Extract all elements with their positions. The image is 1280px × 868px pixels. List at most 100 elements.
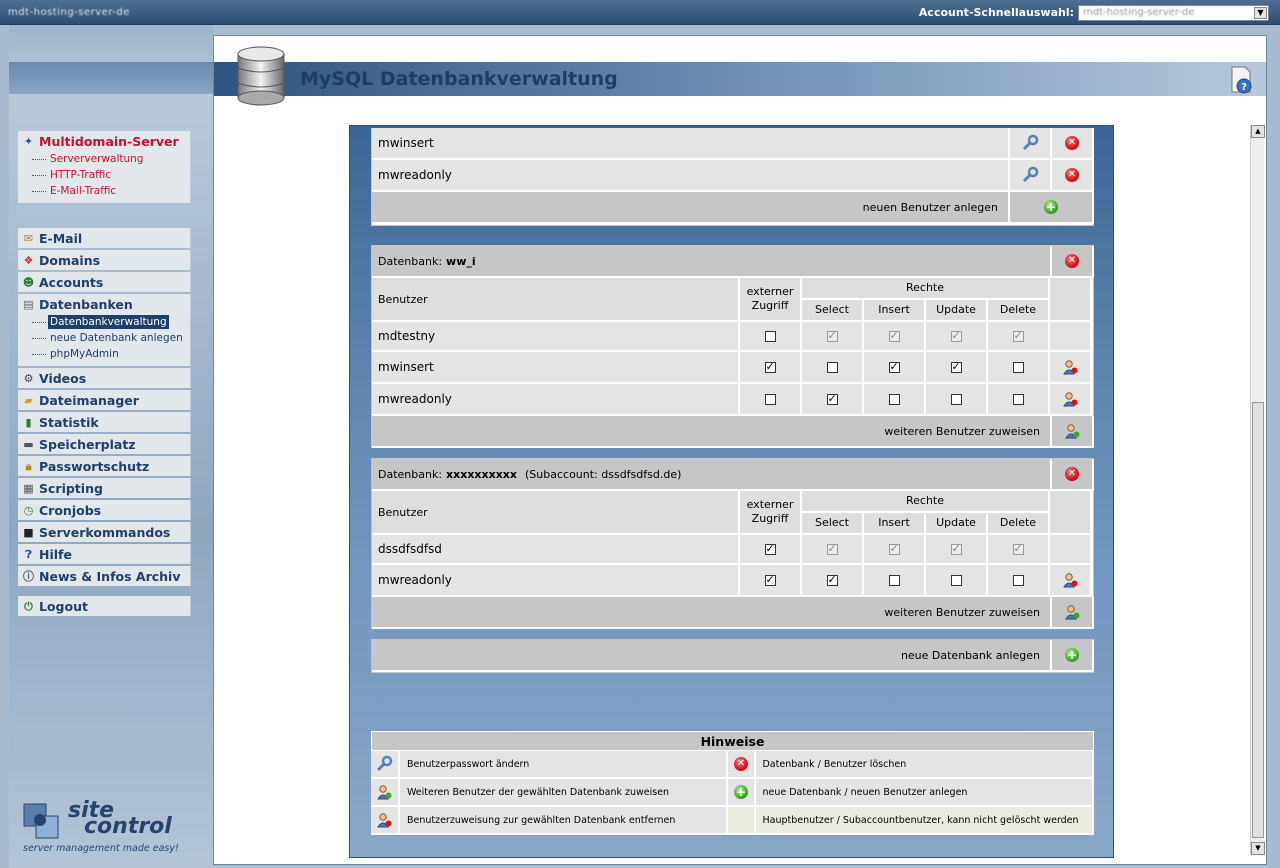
assign-user-icon <box>1065 605 1080 620</box>
sidebar-item-multidomain-server[interactable]: ✦ Multidomain-Server <box>18 131 190 151</box>
column-header-row: Benutzer externer Zugriff Rechte Select Inse… <box>372 278 1092 322</box>
sidebar-section-statistik: ▮ Statistik <box>18 412 191 432</box>
site-control-logo: site control server management made easy… <box>20 798 205 858</box>
change-password-button[interactable] <box>1010 128 1052 160</box>
sidebar-item-serverkommandos[interactable]: ■ Serverkommandos <box>18 522 190 542</box>
external-access-cell <box>740 384 802 416</box>
delete-user-button[interactable]: ✕ <box>1052 160 1094 192</box>
permission-checkbox[interactable] <box>826 361 838 373</box>
sidebar-item-speicherplatz[interactable]: ▬ Speicherplatz <box>18 434 190 454</box>
database-prefix: Datenbank: <box>378 467 443 481</box>
sidebar-item-label: Accounts <box>39 274 104 290</box>
delete-database-button[interactable]: ✕ <box>1052 246 1094 278</box>
sidebar-item-accounts[interactable]: ☻ Accounts <box>18 272 190 292</box>
sidebar-subitem-datenbankverwaltung[interactable]: Datenbankverwaltung <box>32 314 190 330</box>
sidebar-item-videos[interactable]: ⚙ Videos <box>18 368 190 388</box>
sidebar-item-label: Speicherplatz <box>39 436 136 452</box>
column-header-label: Benutzer <box>378 505 428 519</box>
table-row: mwinsert ✕ <box>372 128 1094 160</box>
sidebar-item-passwortschutz[interactable]: 🔒︎ Passwortschutz <box>18 456 190 476</box>
scrollbar-thumb[interactable] <box>1252 402 1264 838</box>
permission-checkbox[interactable] <box>826 573 838 586</box>
sidebar-subitem-phpmyadmin[interactable]: phpMyAdmin <box>32 346 190 362</box>
account-quick-select[interactable]: mdt-hosting-server-de ▼ <box>1078 5 1269 21</box>
table-row: mdtestny <box>372 322 1092 352</box>
permission-cell <box>802 384 864 416</box>
sidebar-band <box>9 62 213 94</box>
column-header-actions <box>1050 278 1092 322</box>
permission-checkbox[interactable] <box>1012 393 1024 405</box>
permission-checkbox[interactable] <box>1012 361 1024 373</box>
sidebar-item-hilfe[interactable]: ❓︎ Hilfe <box>18 544 190 564</box>
permission-checkbox[interactable] <box>826 392 838 405</box>
sidebar-item-cronjobs[interactable]: ◷ Cronjobs <box>18 500 190 520</box>
remove-user-button[interactable] <box>1050 384 1092 416</box>
new-user-button[interactable]: + <box>1010 192 1094 224</box>
help-document-icon[interactable]: ? <box>1230 66 1252 94</box>
permission-checkbox[interactable] <box>1012 574 1024 586</box>
permission-cell <box>926 352 988 384</box>
delete-user-button[interactable]: ✕ <box>1052 128 1094 160</box>
permission-checkbox[interactable] <box>764 393 776 405</box>
sidebar-item-email[interactable]: ✉ E-Mail <box>18 228 190 248</box>
sidebar-item-domains[interactable]: ❖ Domains <box>18 250 190 270</box>
assign-user-button[interactable] <box>1052 597 1094 629</box>
permission-cell <box>926 535 988 565</box>
sidebar-subitem-http-traffic[interactable]: HTTP-Traffic <box>32 167 190 183</box>
permission-checkbox[interactable] <box>950 360 962 373</box>
remove-user-button[interactable] <box>1050 352 1092 384</box>
permission-checkbox[interactable] <box>764 542 776 555</box>
scrollbar[interactable]: ▲ ▼ <box>1250 125 1265 855</box>
sidebar-item-news[interactable]: ⓘ News & Infos Archiv <box>18 566 190 586</box>
permission-checkbox[interactable] <box>764 330 776 342</box>
column-header-label: Insert <box>878 516 910 529</box>
change-password-button[interactable] <box>1010 160 1052 192</box>
database-name: xxxxxxxxxx <box>446 467 517 481</box>
permission-checkbox[interactable] <box>764 360 776 373</box>
scroll-up-button[interactable]: ▲ <box>1251 125 1265 138</box>
database-header-row: Datenbank: ww_i ✕ <box>372 246 1094 278</box>
delete-icon: ✕ <box>1065 467 1079 481</box>
main-panel: MySQL Datenbankverwaltung ? mwinsert ✕ m… <box>213 35 1267 865</box>
disk-icon: ▬ <box>23 437 34 451</box>
sidebar-section-server: ✦ Multidomain-Server Serververwaltung HT… <box>18 131 191 203</box>
sidebar-section-logout: ⏻ Logout <box>18 596 191 616</box>
hint-row: Weiteren Benutzer der gewählten Datenban… <box>371 779 1095 807</box>
assign-user-icon <box>1065 424 1080 439</box>
sidebar-item-logout[interactable]: ⏻ Logout <box>18 596 190 616</box>
sidebar-item-label: Domains <box>39 252 101 268</box>
help-icon: ❓︎ <box>25 547 32 561</box>
database-name: ww_i <box>446 254 476 268</box>
delete-database-button[interactable]: ✕ <box>1052 459 1094 491</box>
assign-user-text: weiteren Benutzer zuweisen <box>884 605 1040 619</box>
sidebar-menu: ✦ Multidomain-Server Serververwaltung HT… <box>18 131 191 618</box>
column-header-rights: Rechte <box>802 278 1050 300</box>
scroll-down-button[interactable]: ▼ <box>1251 842 1265 855</box>
permission-checkbox[interactable] <box>950 574 962 586</box>
sidebar-item-statistik[interactable]: ▮ Statistik <box>18 412 190 432</box>
permission-cell <box>802 535 864 565</box>
new-database-button[interactable]: + <box>1052 640 1094 672</box>
permission-checkbox[interactable] <box>764 573 776 586</box>
assign-user-button[interactable] <box>1052 416 1094 448</box>
table-row: mwreadonly <box>372 565 1092 597</box>
column-header-label: Rechte <box>905 494 945 507</box>
sidebar-subitem-neue-datenbank[interactable]: neue Datenbank anlegen <box>32 330 190 346</box>
permission-checkbox[interactable] <box>888 393 900 405</box>
column-header-label: externer Zugriff <box>746 498 794 525</box>
permission-checkbox[interactable] <box>888 360 900 373</box>
column-header-label: Benutzer <box>378 292 428 306</box>
external-access-cell <box>740 322 802 352</box>
sidebar-item-dateimanager[interactable]: ▰ Dateimanager <box>18 390 190 410</box>
sidebar-subitem-serververwaltung[interactable]: Serververwaltung <box>32 151 190 167</box>
column-header-update: Update <box>926 513 988 535</box>
sidebar-subitem-email-traffic[interactable]: E-Mail-Traffic <box>32 183 190 199</box>
permission-checkbox[interactable] <box>888 574 900 586</box>
permission-checkbox[interactable] <box>950 393 962 405</box>
chevron-down-icon[interactable]: ▼ <box>1254 7 1267 19</box>
rights-header: Rechte Select Insert Update Delete <box>802 491 1050 535</box>
remove-user-button[interactable] <box>1050 565 1092 597</box>
sidebar-item-scripting[interactable]: ▦ Scripting <box>18 478 190 498</box>
sidebar-item-datenbanken[interactable]: ▤ Datenbanken <box>18 294 190 314</box>
hint-text: neue Datenbank / neuen Benutzer anlegen <box>756 779 1095 807</box>
